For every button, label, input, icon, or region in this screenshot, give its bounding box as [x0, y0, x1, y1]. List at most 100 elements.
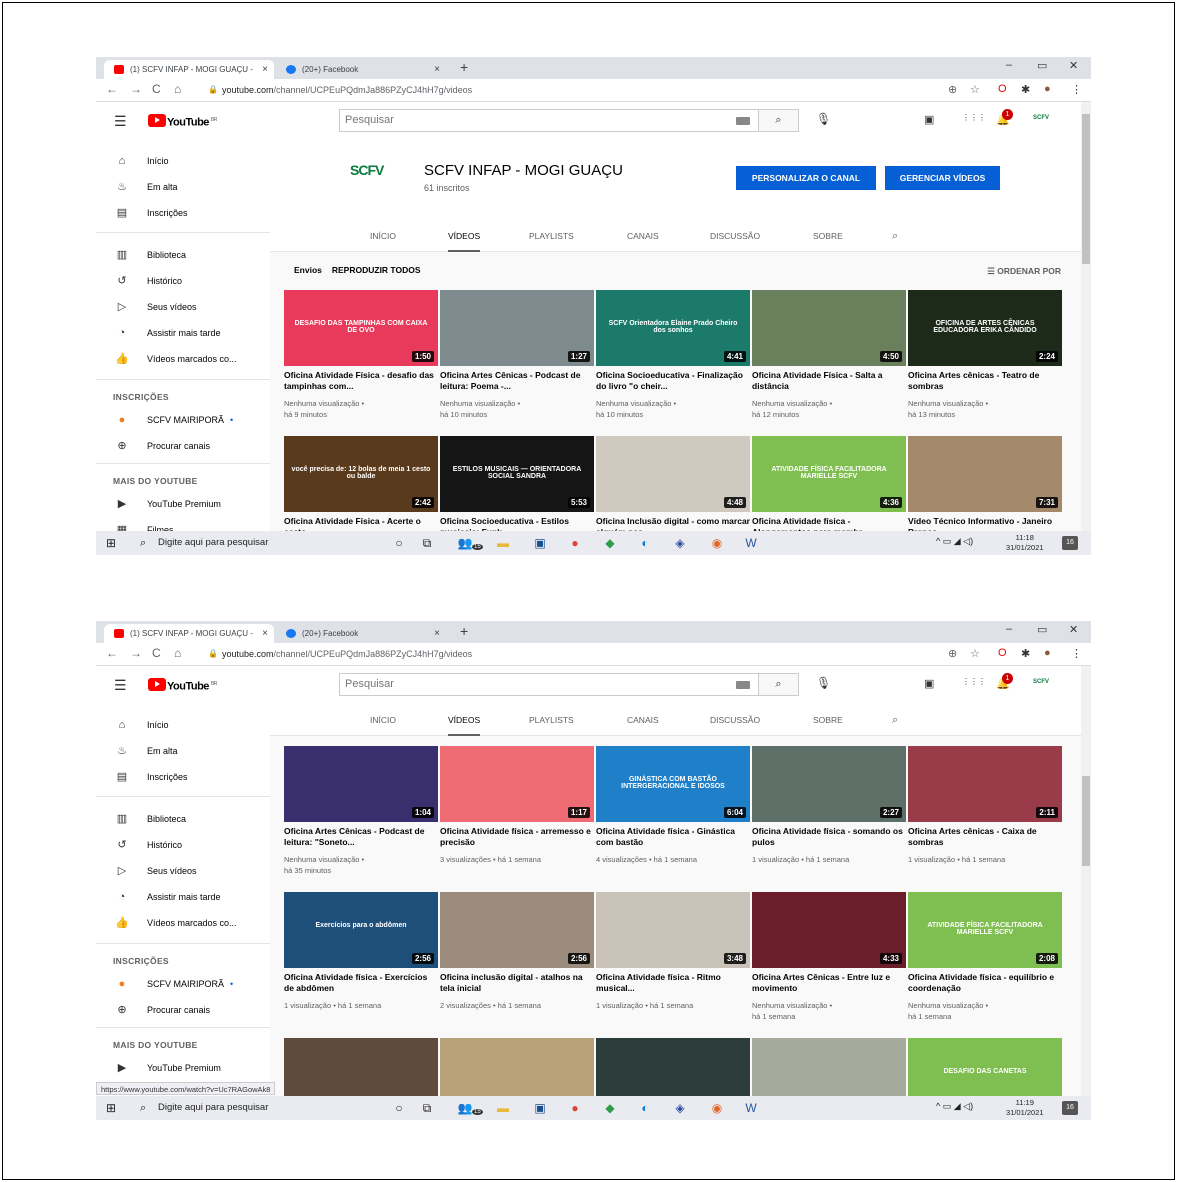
video-title[interactable]: Oficina Atividade Física - Salta a distâ…: [752, 370, 906, 391]
brave-icon[interactable]: ◉: [708, 534, 726, 552]
forward-icon[interactable]: →: [130, 646, 142, 660]
video-card[interactable]: 2:11 Oficina Artes cênicas - Caixa de som…: [908, 746, 1062, 882]
video-thumbnail[interactable]: você precisa de: 12 bolas de meia 1 cest…: [284, 436, 438, 512]
video-thumbnail[interactable]: 1:04: [284, 746, 438, 822]
keyboard-icon[interactable]: [736, 117, 750, 125]
tab-início[interactable]: INÍCIO: [370, 220, 396, 252]
maximize-icon[interactable]: ▭: [1037, 623, 1047, 636]
browser-tab-facebook[interactable]: (20+) Facebook ×: [276, 624, 446, 643]
video-title[interactable]: Oficina Atividade física - Ritmo musical…: [596, 972, 750, 993]
vpn-icon[interactable]: ◈: [671, 534, 689, 552]
menu-icon[interactable]: ⋮: [1071, 647, 1082, 660]
video-title[interactable]: Oficina Socioeducativa - Finalização do …: [596, 370, 750, 391]
star-icon[interactable]: ☆: [970, 647, 980, 660]
browser-tab-youtube[interactable]: (1) SCFV INFAP - MOGI GUAÇU - ×: [104, 624, 274, 643]
video-thumbnail[interactable]: GINÁSTICA COM BASTÃO INTERGERACIONAL E I…: [596, 746, 750, 822]
windows-start-icon[interactable]: ⊞: [106, 536, 116, 550]
sidebar-item-library[interactable]: ▥ Biblioteca: [96, 242, 270, 268]
video-thumbnail[interactable]: ATIVIDADE FÍSICA FACILITADORA MARIELLE S…: [752, 436, 906, 512]
sidebar-item-library[interactable]: ▥ Biblioteca: [96, 806, 270, 832]
video-card[interactable]: ESTILOS MUSICAIS — ORIENTADORA SOCIAL SA…: [440, 436, 594, 542]
create-video-icon[interactable]: ▣: [924, 113, 934, 126]
taskbar-clock[interactable]: 11:18 31/01/2021: [1006, 533, 1044, 553]
new-tab-button[interactable]: +: [460, 623, 468, 639]
sidebar-item-liked[interactable]: 👍 Vídeos marcados co...: [96, 346, 270, 372]
opera-icon[interactable]: O: [998, 647, 1007, 659]
browser-tab-facebook[interactable]: (20+) Facebook ×: [276, 60, 446, 79]
video-thumbnail[interactable]: Exercícios para o abdômen 2:56: [284, 892, 438, 968]
video-card[interactable]: 1:27 Oficina Artes Cênicas - Podcast de l…: [440, 290, 594, 426]
video-card[interactable]: 2:56 Oficina inclusão digital - atalhos n…: [440, 892, 594, 1028]
tab-discussão[interactable]: DISCUSSÃO: [710, 220, 760, 252]
tab-canais[interactable]: CANAIS: [627, 220, 659, 252]
close-tab-icon[interactable]: ×: [262, 60, 268, 79]
video-thumbnail[interactable]: 7:31: [908, 436, 1062, 512]
forward-icon[interactable]: →: [130, 82, 142, 96]
profile-icon[interactable]: ●: [1044, 647, 1051, 659]
browser-tab-youtube[interactable]: (1) SCFV INFAP - MOGI GUAÇU - ×: [104, 60, 274, 79]
microphone-icon[interactable]: 🎙: [816, 112, 831, 126]
video-thumbnail[interactable]: 3:48: [596, 892, 750, 968]
play-all-button[interactable]: REPRODUZIR TODOS: [332, 265, 421, 275]
video-title[interactable]: Oficina Atividade Física - desafio das t…: [284, 370, 438, 391]
video-thumbnail[interactable]: DESAFIO DAS TAMPINHAS COM CAIXA DE OVO 1:…: [284, 290, 438, 366]
people-icon[interactable]: 👥: [456, 1099, 474, 1117]
avatar[interactable]: SCFV: [1033, 679, 1049, 685]
cortana-icon[interactable]: ○: [390, 1099, 408, 1117]
sidebar-item-trending[interactable]: ♨ Em alta: [96, 738, 270, 764]
store-icon[interactable]: ▣: [531, 1099, 549, 1117]
tab-sobre[interactable]: SOBRE: [813, 704, 843, 736]
sidebar-browse-channels[interactable]: ⊕ Procurar canais: [96, 433, 270, 459]
reload-icon[interactable]: C: [152, 82, 161, 96]
video-title[interactable]: Oficina Atividade física - Exercícios de…: [284, 972, 438, 993]
video-card[interactable]: GINÁSTICA COM BASTÃO INTERGERACIONAL E I…: [596, 746, 750, 882]
video-title[interactable]: Oficina Atividade física - arremesso e p…: [440, 826, 594, 847]
search-button[interactable]: ⌕: [759, 109, 799, 132]
sidebar-subscription-channel[interactable]: ● SCFV MAIRIPORÃ •: [96, 407, 270, 433]
tab-início[interactable]: INÍCIO: [370, 704, 396, 736]
keyboard-icon[interactable]: [736, 681, 750, 689]
menu-icon[interactable]: ⋮: [1071, 83, 1082, 96]
minimize-icon[interactable]: –: [1006, 59, 1012, 71]
video-card[interactable]: 4:48 Oficina Inclusão digital - como marc…: [596, 436, 750, 542]
maximize-icon[interactable]: ▭: [1037, 59, 1047, 72]
video-thumbnail[interactable]: OFICINA DE ARTES CÊNICAS EDUCADORA ERIKA…: [908, 290, 1062, 366]
video-card[interactable]: 1:04 Oficina Artes Cênicas - Podcast de l…: [284, 746, 438, 882]
reload-icon[interactable]: C: [152, 646, 161, 660]
close-tab-icon[interactable]: ×: [434, 624, 440, 643]
store-icon[interactable]: ▣: [531, 534, 549, 552]
video-thumbnail[interactable]: 2:56: [440, 892, 594, 968]
video-card[interactable]: você precisa de: 12 bolas de meia 1 cest…: [284, 436, 438, 542]
address-bar[interactable]: 🔒 youtube.com/channel/UCPEuPQdmJa886PZyCJ…: [202, 81, 922, 99]
file-explorer-icon[interactable]: ▬: [494, 534, 512, 552]
taskbar-clock[interactable]: 11:19 31/01/2021: [1006, 1098, 1044, 1118]
opera-icon[interactable]: O: [998, 83, 1007, 95]
notifications-bell-icon[interactable]: 🔔 1: [996, 109, 1013, 126]
video-title[interactable]: Oficina inclusão digital - atalhos na te…: [440, 972, 594, 993]
tab-playlists[interactable]: PLAYLISTS: [529, 704, 574, 736]
sidebar-youtube-premium[interactable]: ▶ YouTube Premium: [96, 491, 270, 517]
tab-vídeos[interactable]: VÍDEOS: [448, 704, 481, 736]
file-explorer-icon[interactable]: ▬: [494, 1099, 512, 1117]
avatar[interactable]: SCFV: [1033, 115, 1049, 121]
task-view-icon[interactable]: ⧉: [418, 534, 436, 552]
search-input[interactable]: Pesquisar: [339, 109, 759, 132]
sidebar-item-home[interactable]: ⌂ Início: [96, 148, 270, 174]
vpn-icon[interactable]: ◈: [671, 1099, 689, 1117]
home-icon[interactable]: ⌂: [174, 646, 181, 660]
sidebar-item-home[interactable]: ⌂ Início: [96, 712, 270, 738]
address-bar[interactable]: 🔒 youtube.com/channel/UCPEuPQdmJa886PZyCJ…: [202, 645, 922, 663]
microphone-icon[interactable]: 🎙: [816, 676, 831, 690]
youtube-logo[interactable]: YouTube BR: [148, 113, 217, 129]
taskbar-search-input[interactable]: ⌕ Digite aqui para pesquisar: [136, 1096, 372, 1120]
video-title[interactable]: Oficina Artes Cênicas - Podcast de leitu…: [440, 370, 594, 391]
apps-grid-icon[interactable]: ⋮⋮⋮: [962, 113, 986, 122]
new-tab-button[interactable]: +: [460, 59, 468, 75]
video-thumbnail[interactable]: 4:33: [752, 892, 906, 968]
video-thumbnail[interactable]: 1:17: [440, 746, 594, 822]
video-card[interactable]: Exercícios para o abdômen 2:56 Oficina Ati…: [284, 892, 438, 1028]
manage-videos-button[interactable]: GERENCIAR VÍDEOS: [885, 166, 1000, 190]
video-title[interactable]: Oficina Atividade física - equilíbrio e …: [908, 972, 1062, 993]
close-window-icon[interactable]: ✕: [1069, 59, 1078, 72]
edge-icon[interactable]: ◐: [636, 534, 654, 552]
